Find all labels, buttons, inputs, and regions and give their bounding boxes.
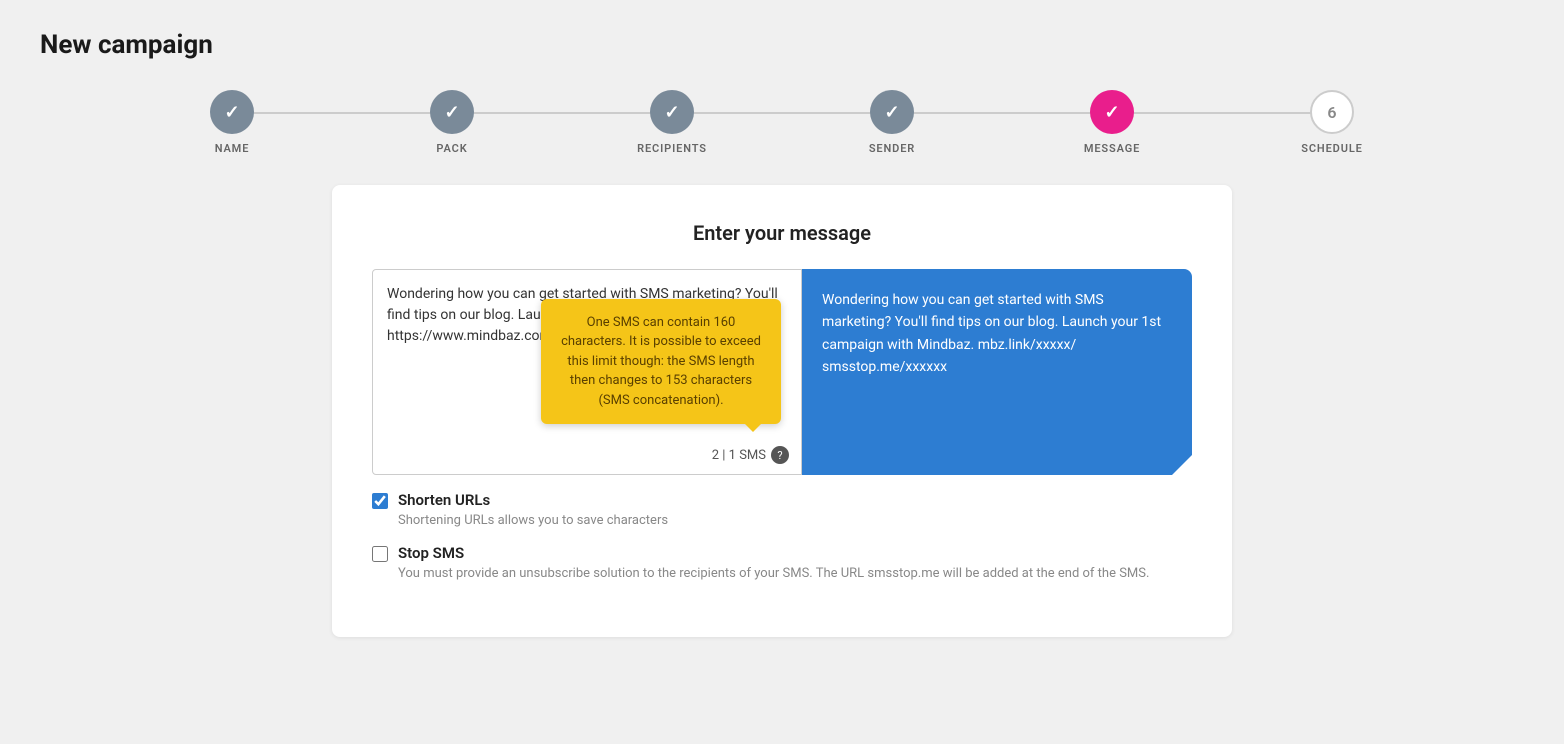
checkmark-name (224, 102, 239, 123)
step-label-message: MESSAGE (1084, 142, 1140, 155)
step-sender: SENDER (782, 90, 1002, 155)
message-area: Wondering how you can get started with S… (372, 269, 1192, 475)
preview-text: Wondering how you can get started with S… (822, 292, 1161, 375)
step-circle-schedule: 6 (1310, 90, 1354, 134)
step-circle-recipients (650, 90, 694, 134)
step-recipients: RECIPIENTS (562, 90, 782, 155)
checkmark-pack (444, 102, 459, 123)
stop-sms-row: Stop SMS (372, 544, 1192, 562)
sms-preview: Wondering how you can get started with S… (802, 269, 1192, 475)
step-label-recipients: RECIPIENTS (637, 142, 707, 155)
checkmark-sender (884, 102, 899, 123)
step-name: NAME (122, 90, 342, 155)
step-circle-name (210, 90, 254, 134)
step-message: MESSAGE (1002, 90, 1222, 155)
main-card: Enter your message Wondering how you can… (332, 185, 1232, 637)
step-pack: PACK (342, 90, 562, 155)
help-icon[interactable]: ? (771, 446, 789, 464)
card-title: Enter your message (372, 221, 1192, 245)
step-schedule: 6 SCHEDULE (1222, 90, 1442, 155)
stop-sms-desc: You must provide an unsubscribe solution… (398, 566, 1192, 581)
step-circle-pack (430, 90, 474, 134)
checkmark-recipients (664, 102, 679, 123)
step-number-schedule: 6 (1327, 103, 1336, 122)
stepper: NAME PACK RECIPIENTS SENDER MESSAGE 6 SC… (40, 90, 1524, 155)
shorten-urls-label[interactable]: Shorten URLs (398, 491, 490, 509)
step-circle-sender (870, 90, 914, 134)
page-title: New campaign (40, 30, 1524, 60)
step-label-name: NAME (215, 142, 250, 155)
step-label-schedule: SCHEDULE (1301, 142, 1362, 155)
shorten-urls-row: Shorten URLs (372, 491, 1192, 509)
stop-sms-label[interactable]: Stop SMS (398, 544, 464, 562)
shorten-urls-checkbox[interactable] (372, 493, 388, 509)
checkmark-message (1104, 102, 1119, 123)
options-section: Shorten URLs Shortening URLs allows you … (372, 491, 1192, 581)
sms-tooltip: One SMS can contain 160 characters. It i… (541, 299, 781, 425)
shorten-urls-desc: Shortening URLs allows you to save chara… (398, 513, 1192, 528)
step-circle-message (1090, 90, 1134, 134)
step-label-sender: SENDER (869, 142, 915, 155)
counter-value: 2 | 1 SMS (712, 448, 766, 463)
stop-sms-checkbox[interactable] (372, 546, 388, 562)
message-textarea-wrap: Wondering how you can get started with S… (372, 269, 802, 475)
sms-counter: 2 | 1 SMS ? (712, 446, 789, 464)
step-label-pack: PACK (436, 142, 467, 155)
